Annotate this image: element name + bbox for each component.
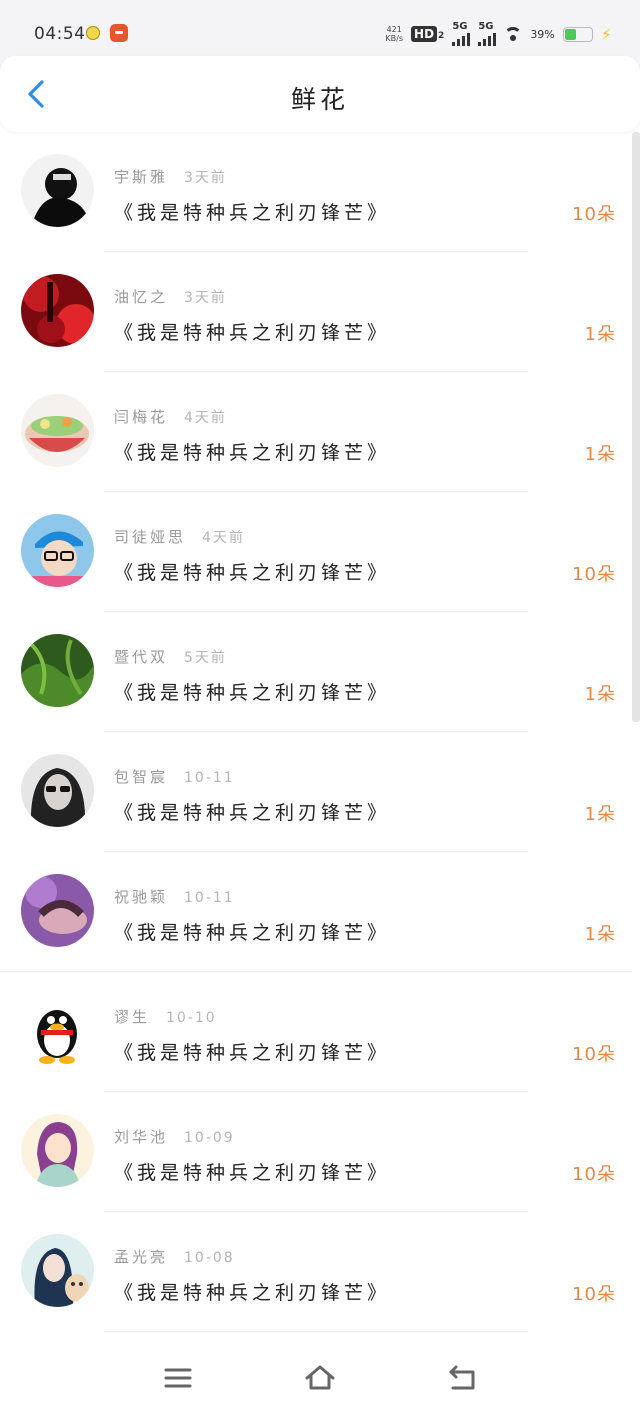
item-time: 10-08 (184, 1250, 235, 1266)
avatar[interactable] (21, 754, 94, 827)
network-speed: 421 KB/s (385, 25, 404, 43)
back-icon (449, 1365, 475, 1390)
list-item[interactable]: 包智宸 10-11 《我是特种兵之利刃锋芒》 1朵 (0, 732, 632, 852)
list-item[interactable]: 谬生 10-10 《我是特种兵之利刃锋芒》 10朵 (0, 972, 632, 1092)
user-name: 油忆之 (114, 288, 169, 306)
item-meta: 包智宸 10-11 (114, 766, 235, 787)
list-item[interactable]: 油忆之 3天前 《我是特种兵之利刃锋芒》 1朵 (0, 252, 632, 372)
book-title: 《我是特种兵之利刃锋芒》 (114, 922, 391, 944)
status-time: 04:54 (34, 24, 86, 44)
item-time: 10-11 (184, 890, 235, 906)
flower-count: 1朵 (584, 804, 616, 825)
avatar[interactable] (21, 1234, 94, 1307)
item-time: 5天前 (184, 650, 227, 666)
avatar[interactable] (21, 634, 94, 707)
flower-count: 1朵 (584, 684, 616, 705)
user-name: 闫梅花 (114, 408, 169, 426)
book-title: 《我是特种兵之利刃锋芒》 (114, 1282, 391, 1304)
flower-count: 10朵 (572, 564, 616, 585)
flower-count: 10朵 (572, 1044, 616, 1065)
item-time: 10-11 (184, 770, 235, 786)
item-meta: 宇斯雅 3天前 (114, 166, 227, 187)
battery-percent: 39% (530, 27, 555, 41)
home-icon (305, 1365, 335, 1390)
avatar[interactable] (21, 154, 94, 227)
item-meta: 刘华池 10-09 (114, 1126, 235, 1147)
app-header: 鲜花 (0, 56, 640, 132)
flower-count: 10朵 (572, 1164, 616, 1185)
item-time: 3天前 (184, 170, 227, 186)
menu-icon (164, 1368, 192, 1388)
signal-2: 5G (478, 22, 497, 46)
list-item[interactable]: 闫梅花 4天前 《我是特种兵之利刃锋芒》 1朵 (0, 372, 632, 492)
charging-icon: ⚡ (600, 24, 612, 44)
list-item[interactable]: 暨代双 5天前 《我是特种兵之利刃锋芒》 1朵 (0, 612, 632, 732)
home-button[interactable] (300, 1360, 340, 1396)
avatar[interactable] (21, 874, 94, 947)
item-time: 10-09 (184, 1130, 235, 1146)
divider (104, 1331, 528, 1332)
avatar[interactable] (21, 514, 94, 587)
system-nav-bar (0, 1340, 640, 1415)
book-title: 《我是特种兵之利刃锋芒》 (114, 1162, 391, 1184)
avatar[interactable] (21, 994, 94, 1067)
item-time: 4天前 (184, 410, 227, 426)
list-item[interactable]: 宇斯雅 3天前 《我是特种兵之利刃锋芒》 10朵 (0, 132, 632, 252)
item-meta: 油忆之 3天前 (114, 286, 227, 307)
book-title: 《我是特种兵之利刃锋芒》 (114, 1042, 391, 1064)
battery-icon (562, 26, 593, 42)
user-name: 孟光亮 (114, 1248, 169, 1266)
book-title: 《我是特种兵之利刃锋芒》 (114, 442, 391, 464)
user-name: 暨代双 (114, 648, 169, 666)
item-meta: 司徒娅思 4天前 (114, 526, 245, 547)
book-title: 《我是特种兵之利刃锋芒》 (114, 322, 391, 344)
user-name: 司徒娅思 (114, 528, 187, 546)
wifi-icon (504, 27, 523, 41)
item-meta: 暨代双 5天前 (114, 646, 227, 667)
list-item[interactable]: 孟光亮 10-08 《我是特种兵之利刃锋芒》 10朵 (0, 1212, 632, 1332)
flower-count: 1朵 (584, 444, 616, 465)
user-name: 宇斯雅 (114, 168, 169, 186)
item-time: 4天前 (202, 530, 245, 546)
flower-list: 宇斯雅 3天前 《我是特种兵之利刃锋芒》 10朵 油忆之 3天前 《我是特种兵之利刃… (0, 132, 632, 1332)
list-item[interactable]: 祝驰颖 10-11 《我是特种兵之利刃锋芒》 1朵 (0, 852, 632, 972)
item-meta: 祝驰颖 10-11 (114, 886, 235, 907)
item-time: 3天前 (184, 290, 227, 306)
user-name: 谬生 (114, 1008, 151, 1026)
book-title: 《我是特种兵之利刃锋芒》 (114, 202, 391, 224)
user-name: 祝驰颖 (114, 888, 169, 906)
signal-1: 5G (452, 22, 471, 46)
list-item[interactable]: 司徒娅思 4天前 《我是特种兵之利刃锋芒》 10朵 (0, 492, 632, 612)
flower-count: 10朵 (572, 204, 616, 225)
avatar[interactable] (21, 394, 94, 467)
scrollbar[interactable] (632, 132, 640, 722)
notification-icon (86, 26, 100, 40)
book-title: 《我是特种兵之利刃锋芒》 (114, 682, 391, 704)
user-name: 包智宸 (114, 768, 169, 786)
item-meta: 闫梅花 4天前 (114, 406, 227, 427)
flower-count: 10朵 (572, 1284, 616, 1305)
flower-count: 1朵 (584, 324, 616, 345)
item-meta: 谬生 10-10 (114, 1006, 217, 1027)
back-nav-button[interactable] (442, 1360, 482, 1396)
item-time: 10-10 (166, 1010, 217, 1026)
avatar[interactable] (21, 274, 94, 347)
app-icon (110, 24, 128, 42)
user-name: 刘华池 (114, 1128, 169, 1146)
avatar[interactable] (21, 1114, 94, 1187)
item-meta: 孟光亮 10-08 (114, 1246, 235, 1267)
book-title: 《我是特种兵之利刃锋芒》 (114, 802, 391, 824)
list-item[interactable]: 刘华池 10-09 《我是特种兵之利刃锋芒》 10朵 (0, 1092, 632, 1212)
flower-count: 1朵 (584, 924, 616, 945)
book-title: 《我是特种兵之利刃锋芒》 (114, 562, 391, 584)
hd-indicator: HD 2 (411, 26, 444, 42)
menu-button[interactable] (158, 1360, 198, 1396)
page-title: 鲜花 (290, 85, 349, 114)
